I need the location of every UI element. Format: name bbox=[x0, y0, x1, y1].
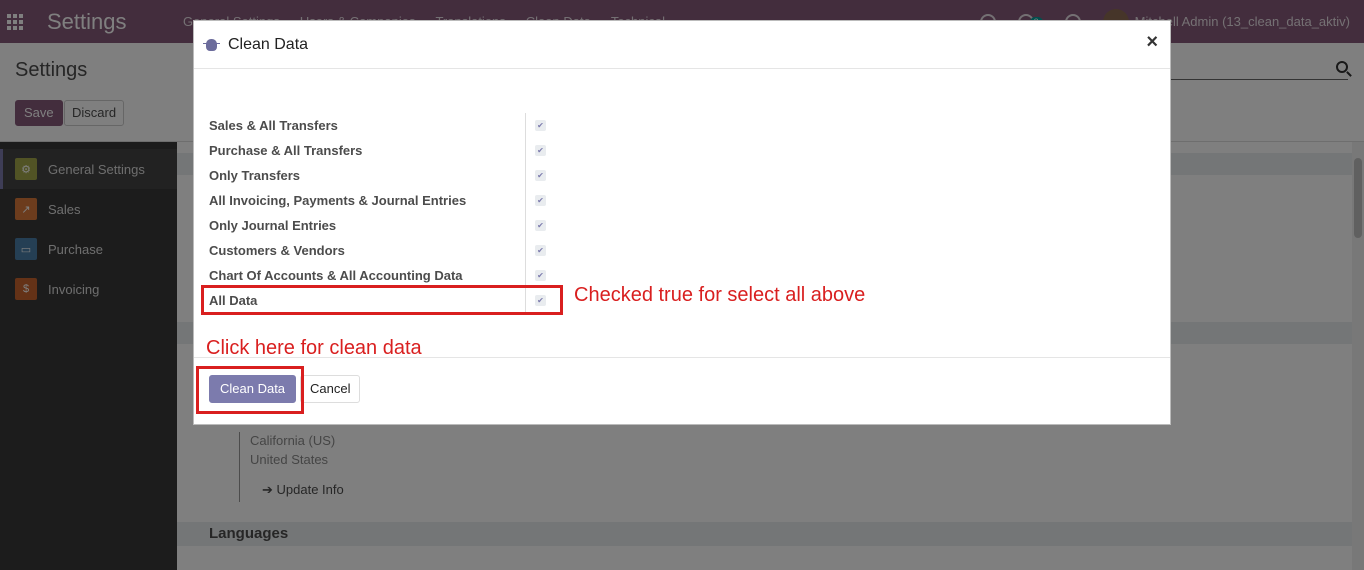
close-icon[interactable]: × bbox=[1146, 32, 1158, 52]
clean-options-table: Sales & All Transfers ✔ Purchase & All T… bbox=[209, 113, 546, 313]
option-label: Purchase & All Transfers bbox=[209, 138, 526, 163]
option-checkbox[interactable]: ✔ bbox=[535, 120, 546, 131]
bug-icon bbox=[203, 38, 220, 51]
dialog-footer: Clean Data Cancel bbox=[194, 357, 1170, 425]
option-row-sales: Sales & All Transfers ✔ bbox=[209, 113, 546, 138]
option-checkbox[interactable]: ✔ bbox=[535, 195, 546, 206]
option-checkbox[interactable]: ✔ bbox=[535, 245, 546, 256]
option-row-journal: Only Journal Entries ✔ bbox=[209, 213, 546, 238]
option-row-transfers: Only Transfers ✔ bbox=[209, 163, 546, 188]
option-label: Only Journal Entries bbox=[209, 213, 526, 238]
option-row-invoicing: All Invoicing, Payments & Journal Entrie… bbox=[209, 188, 546, 213]
annotation-box-all-data bbox=[201, 285, 563, 315]
cancel-button[interactable]: Cancel bbox=[300, 375, 361, 403]
clean-data-dialog: Clean Data × Sales & All Transfers ✔ Pur… bbox=[193, 20, 1171, 425]
option-label: Sales & All Transfers bbox=[209, 113, 526, 138]
option-checkbox[interactable]: ✔ bbox=[535, 145, 546, 156]
option-checkbox[interactable]: ✔ bbox=[535, 220, 546, 231]
option-row-customers: Customers & Vendors ✔ bbox=[209, 238, 546, 263]
option-label: Customers & Vendors bbox=[209, 238, 526, 263]
dialog-title: Clean Data bbox=[228, 35, 309, 53]
option-checkbox[interactable]: ✔ bbox=[535, 170, 546, 181]
annotation-select-all: Checked true for select all above bbox=[574, 284, 866, 306]
dialog-header: Clean Data × bbox=[194, 21, 1170, 69]
annotation-box-clean-button bbox=[196, 366, 304, 414]
option-row-purchase: Purchase & All Transfers ✔ bbox=[209, 138, 546, 163]
option-label: All Invoicing, Payments & Journal Entrie… bbox=[209, 188, 526, 213]
option-checkbox[interactable]: ✔ bbox=[535, 270, 546, 281]
option-label: Only Transfers bbox=[209, 163, 526, 188]
